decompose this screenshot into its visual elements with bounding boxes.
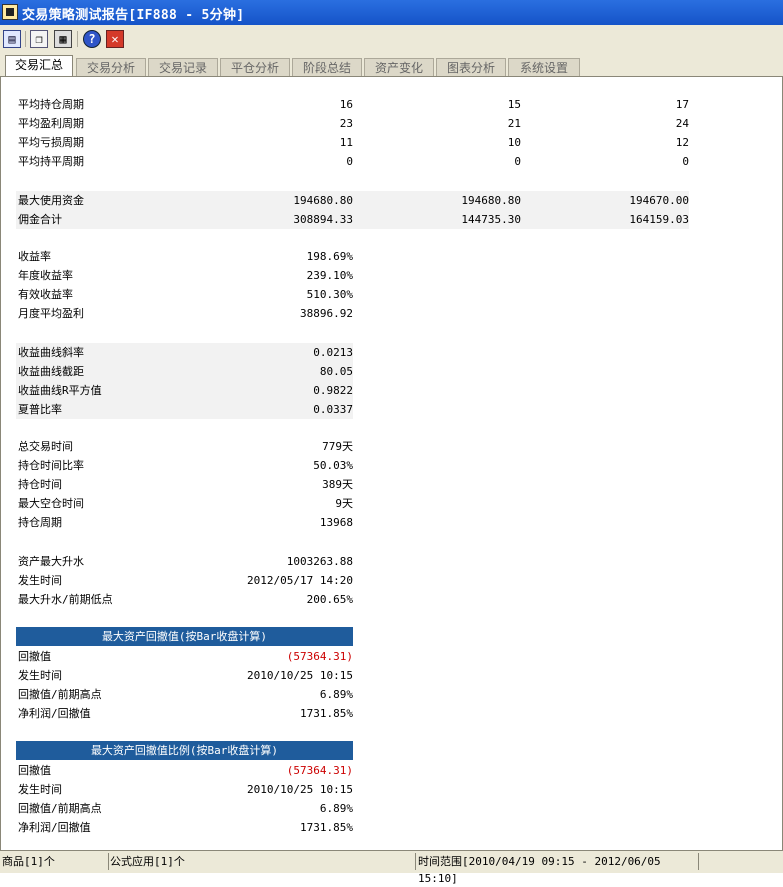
table-row: 总交易时间 779天: [18, 440, 353, 453]
table-row: 持仓周期 13968: [18, 516, 353, 529]
table-row: 收益曲线斜率 0.0213: [16, 343, 353, 362]
table-row: 最大使用资金 194680.80 194680.80 194670.00: [16, 191, 689, 210]
toolbar: ▤ ❐ ▦ ? ✕: [0, 25, 783, 54]
tab-asset-change[interactable]: 资产变化: [364, 58, 434, 77]
table-row: 平均亏损周期 11 10 12: [18, 136, 689, 149]
table-row: 佣金合计 308894.33 144735.30 164159.03: [16, 210, 689, 229]
table-row: 平均持仓周期 16 15 17: [18, 98, 689, 111]
table-row: 持仓时间 389天: [18, 478, 353, 491]
table-row: 回撤值/前期高点 6.89%: [18, 688, 353, 701]
drawdown-ratio-header: 最大资产回撤值比例(按Bar收盘计算): [16, 741, 353, 760]
status-separator: [415, 853, 416, 870]
status-time-range: 时间范围[2010/04/19 09:15 - 2012/06/05 15:10…: [418, 855, 661, 885]
table-row: 回撤值 (57364.31): [18, 650, 353, 663]
close-icon[interactable]: ✕: [106, 30, 124, 48]
window-title: 交易策略测试报告[IF888 - 5分钟]: [22, 8, 245, 23]
table-row: 发生时间 2010/10/25 10:15: [18, 783, 353, 796]
title-bar: 交易策略测试报告[IF888 - 5分钟]: [0, 0, 783, 25]
table-row: 夏普比率 0.0337: [16, 400, 353, 419]
table-row: 最大空仓时间 9天: [18, 497, 353, 510]
drawdown-value-header: 最大资产回撤值(按Bar收盘计算): [16, 627, 353, 646]
table-row: 平均持平周期 0 0 0: [18, 155, 689, 168]
copy-icon[interactable]: ❐: [30, 30, 48, 48]
table-row: 资产最大升水 1003263.88: [18, 555, 353, 568]
table-row: 收益曲线R平方值 0.9822: [16, 381, 353, 400]
table-row: 发生时间 2012/05/17 14:20: [18, 574, 353, 587]
tab-chart-analysis[interactable]: 图表分析: [436, 58, 506, 77]
tab-stage-summary[interactable]: 阶段总结: [292, 58, 362, 77]
tab-close-analysis[interactable]: 平仓分析: [220, 58, 290, 77]
table-row: 月度平均盈利 38896.92: [18, 307, 353, 320]
toolbar-separator: [77, 31, 78, 47]
status-formulas: 公式应用[1]个: [110, 855, 185, 868]
table-row: 年度收益率 239.10%: [18, 269, 353, 282]
help-icon[interactable]: ?: [83, 30, 101, 48]
tab-trade-summary[interactable]: 交易汇总: [5, 55, 73, 78]
app-icon: [2, 4, 18, 20]
tab-system-settings[interactable]: 系统设置: [508, 58, 580, 77]
table-row: 发生时间 2010/10/25 10:15: [18, 669, 353, 682]
tab-trade-analysis[interactable]: 交易分析: [76, 58, 146, 77]
status-separator: [698, 853, 699, 870]
status-separator: [108, 853, 109, 870]
report-icon[interactable]: ▤: [3, 30, 21, 48]
toolbar-separator: [25, 31, 26, 47]
table-row: 回撤值/前期高点 6.89%: [18, 802, 353, 815]
tab-bar: 交易汇总 交易分析 交易记录 平仓分析 阶段总结 资产变化 图表分析 系统设置: [0, 53, 783, 78]
table-row: 最大升水/前期低点 200.65%: [18, 593, 353, 606]
status-bar: 商品[1]个 公式应用[1]个 时间范围[2010/04/19 09:15 - …: [0, 850, 783, 885]
table-row: 收益曲线截距 80.05: [16, 362, 353, 381]
table-row: 净利润/回撤值 1731.85%: [18, 707, 353, 720]
table-row: 净利润/回撤值 1731.85%: [18, 821, 353, 834]
table-row: 持仓时间比率 50.03%: [18, 459, 353, 472]
print-icon[interactable]: ▦: [54, 30, 72, 48]
table-row: 回撤值 (57364.31): [18, 764, 353, 777]
status-products: 商品[1]个: [2, 855, 55, 868]
report-content: 平均持仓周期 16 15 17 平均盈利周期 23 21 24 平均亏损周期 1…: [0, 76, 783, 850]
table-row: 有效收益率 510.30%: [18, 288, 353, 301]
table-row: 平均盈利周期 23 21 24: [18, 117, 689, 130]
table-row: 收益率 198.69%: [18, 250, 353, 263]
tab-trade-records[interactable]: 交易记录: [148, 58, 218, 77]
